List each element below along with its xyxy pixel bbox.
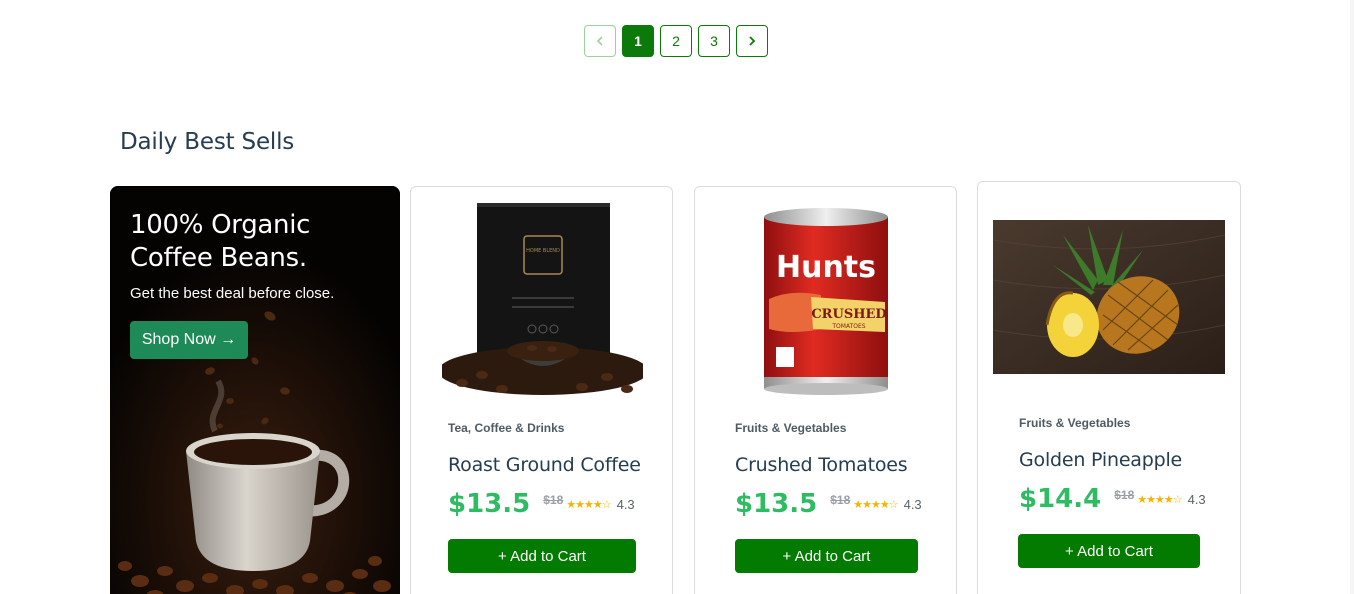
price-row: $13.5 $18 ★★★★☆ 4.3	[448, 489, 635, 519]
product-name[interactable]: Crushed Tomatoes	[735, 454, 908, 476]
product-name[interactable]: Golden Pineapple	[1019, 449, 1182, 471]
chevron-right-icon	[749, 36, 756, 46]
promo-banner[interactable]: 100% Organic Coffee Beans. Get the best …	[110, 186, 400, 594]
coffee-bag-brand: HOME BLEND	[526, 248, 560, 254]
pagination-page-1[interactable]: 1	[622, 25, 654, 57]
pagination-next-button[interactable]	[736, 25, 768, 57]
promo-subtitle: Get the best deal before close.	[130, 285, 335, 302]
price-row: $14.4 $18 ★★★★☆ 4.3	[1019, 484, 1206, 514]
product-category: Fruits & Vegetables	[735, 421, 847, 435]
product-name[interactable]: Roast Ground Coffee	[448, 454, 641, 476]
product-rating: 4.3	[1187, 491, 1206, 507]
product-price: $13.5	[735, 489, 818, 519]
product-rating: 4.3	[616, 496, 635, 512]
promo-title: 100% Organic Coffee Beans.	[130, 210, 311, 273]
rating-stars-icon: ★★★★☆	[1137, 493, 1182, 506]
add-to-cart-button[interactable]: + Add to Cart	[735, 539, 918, 573]
product-price: $14.4	[1019, 484, 1102, 514]
coffee-bag-image: HOME BLEND	[442, 203, 643, 403]
product-card[interactable]: HOME BLEND Tea, Coffee & Drinks Roast Gr…	[410, 186, 673, 594]
product-old-price: $18	[1114, 488, 1135, 502]
product-rating: 4.3	[903, 496, 922, 512]
add-to-cart-button[interactable]: + Add to Cart	[1018, 534, 1200, 568]
tomato-can-image: Hunts CRUSHED TOMATOES	[764, 208, 888, 395]
pagination-prev-button[interactable]	[584, 25, 616, 57]
rating-stars-icon: ★★★★☆	[566, 498, 611, 511]
product-old-price: $18	[543, 493, 564, 507]
pagination-page-3[interactable]: 3	[698, 25, 730, 57]
tomato-can-label: CRUSHED	[811, 307, 886, 322]
chevron-left-icon	[596, 36, 603, 46]
pagination: 1 2 3	[584, 25, 768, 57]
shop-now-button[interactable]: Shop Now →	[130, 321, 248, 359]
pineapple-image	[993, 220, 1225, 374]
product-old-price: $18	[830, 493, 851, 507]
rating-stars-icon: ★★★★☆	[853, 498, 898, 511]
tomato-can-sublabel: TOMATOES	[831, 323, 865, 330]
product-price: $13.5	[448, 489, 531, 519]
pagination-page-2[interactable]: 2	[660, 25, 692, 57]
section-title: Daily Best Sells	[120, 129, 295, 155]
product-category: Tea, Coffee & Drinks	[448, 421, 565, 435]
price-row: $13.5 $18 ★★★★☆ 4.3	[735, 489, 922, 519]
add-to-cart-button[interactable]: + Add to Cart	[448, 539, 636, 573]
product-card[interactable]: Fruits & Vegetables Golden Pineapple $14…	[977, 181, 1241, 594]
product-card[interactable]: Hunts CRUSHED TOMATOES Fruits & Vegetabl…	[694, 186, 957, 594]
product-category: Fruits & Vegetables	[1019, 416, 1131, 430]
tomato-can-brand: Hunts	[776, 250, 876, 285]
page-scroll-edge	[1350, 0, 1354, 594]
